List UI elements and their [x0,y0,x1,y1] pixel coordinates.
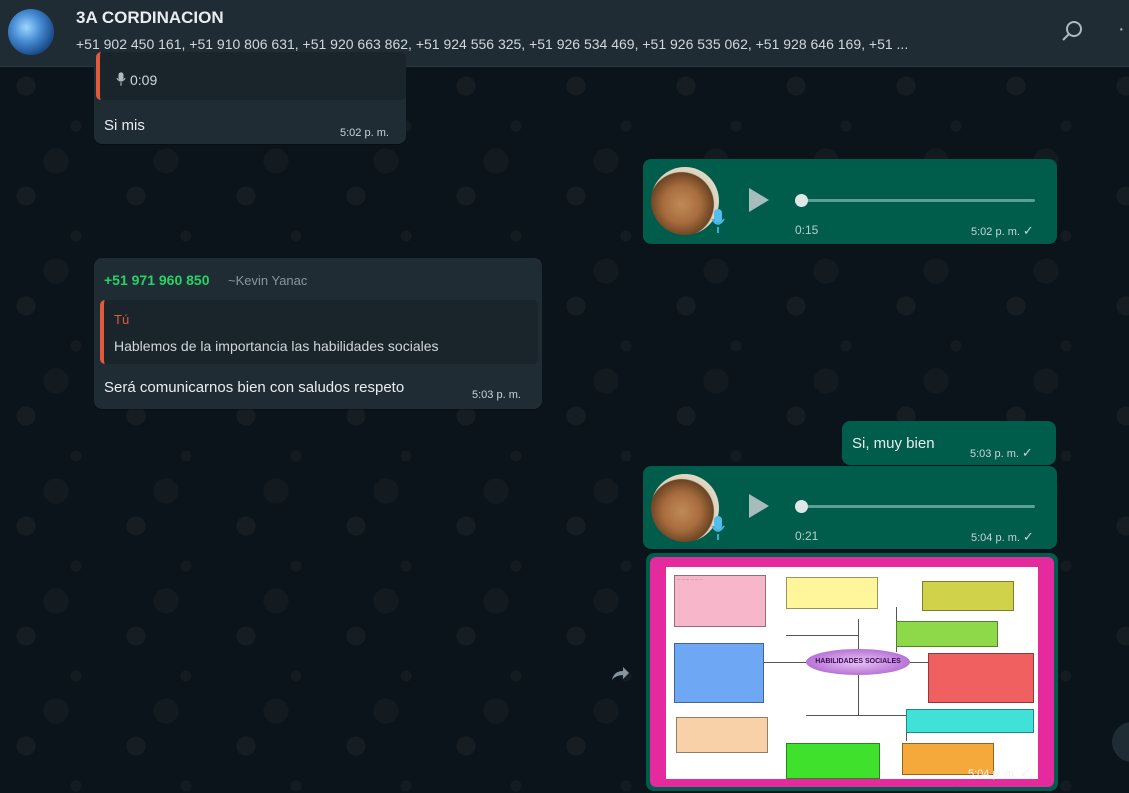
message-time: 5:04 p. m. ✓ [971,529,1034,545]
map-box-text: ··· ··· ··· ··· ··· ··· [677,578,703,582]
sent-check-icon: ✓ [1021,445,1033,460]
quoted-voice-duration: 0:09 [130,72,158,88]
time-text: 5:02 p. m. [971,226,1020,238]
more-icon[interactable]: · [1118,19,1125,42]
message-time: 5:02 p. m. [340,127,389,139]
whatsapp-window: 3A CORDINACION +51 902 450 161, +51 910 … [0,0,1129,793]
map-line [786,635,858,636]
message-text: Si, muy bien [852,435,935,452]
group-members: +51 902 450 161, +51 910 806 631, +51 92… [76,36,909,52]
mind-map-center-node: HABILIDADES SOCIALES [806,649,910,675]
sender-name: ~Kevin Yanac [228,273,308,288]
audio-progress-track[interactable] [795,199,1035,202]
message-incoming-kevin[interactable]: +51 971 960 850 ~Kevin Yanac Tú Hablemos… [94,258,542,409]
mic-icon [711,209,725,233]
quoted-message[interactable]: Tú Hablemos de la importancia las habili… [100,300,538,364]
play-button[interactable] [749,188,769,212]
map-line [806,715,906,716]
voice-duration: 0:15 [795,223,819,237]
message-time: 5:02 p. m. ✓ [971,223,1034,239]
map-line [762,662,806,663]
map-box-peach [676,717,768,753]
mind-map-image[interactable]: ··· ··· ··· ··· ··· ··· HABILIDADES SOCI… [650,557,1054,787]
voice-sender-avatar [651,474,719,542]
mic-icon [116,72,126,86]
map-box-yellow [786,577,878,609]
message-text: Será comunicarnos bien con saludos respe… [104,379,405,396]
group-avatar[interactable] [8,9,54,55]
message-incoming-si-mis[interactable]: 0:09 Si mis 5:02 p. m. [94,52,406,144]
audio-progress-knob[interactable] [795,194,808,207]
sent-check-icon: ✓ [1022,529,1034,544]
quote-text: Hablemos de la importancia las habilidad… [114,338,439,354]
map-box-olive [922,581,1014,611]
map-box-cyan [906,709,1034,733]
mic-icon [711,516,725,540]
map-box-red [928,653,1034,703]
search-icon[interactable] [1060,18,1086,44]
time-text: 5:03 p. m. [970,448,1019,460]
mind-map-canvas: ··· ··· ··· ··· ··· ··· HABILIDADES SOCI… [666,567,1038,779]
message-outgoing-si-muy-bien[interactable]: Si, muy bien 5:03 p. m. ✓ [842,421,1056,465]
sent-check-icon: ✓ [1019,765,1031,780]
voice-sender-avatar [651,167,719,235]
message-outgoing-voice-2[interactable]: 0:21 5:04 p. m. ✓ [643,466,1057,549]
message-time: 5:03 p. m. [472,389,521,401]
map-box-green [896,621,998,647]
quoted-voice-note[interactable]: 0:09 [96,52,406,100]
sender-phone[interactable]: +51 971 960 850 [104,272,210,288]
map-box-blue [674,643,764,703]
group-title[interactable]: 3A CORDINACION [76,8,224,28]
audio-progress-knob[interactable] [795,500,808,513]
play-button[interactable] [749,494,769,518]
time-text: 5:04 p. m. [971,532,1020,544]
message-text: Si mis [104,117,145,134]
message-outgoing-image[interactable]: ··· ··· ··· ··· ··· ··· HABILIDADES SOCI… [646,553,1058,791]
quote-author: Tú [114,312,130,327]
image-message-time: 5:04 p. m. ✓ [968,765,1031,781]
forward-icon[interactable] [608,662,632,686]
map-box-pink: ··· ··· ··· ··· ··· ··· [674,575,766,627]
message-time: 5:03 p. m. ✓ [970,445,1033,461]
map-line [858,619,859,649]
time-text: 5:04 p. m. [968,768,1017,780]
map-box-lime [786,743,880,779]
map-line [858,675,859,715]
audio-progress-track[interactable] [795,505,1035,508]
voice-duration: 0:21 [795,529,819,543]
message-outgoing-voice-1[interactable]: 0:15 5:02 p. m. ✓ [643,159,1057,244]
sent-check-icon: ✓ [1022,223,1034,238]
